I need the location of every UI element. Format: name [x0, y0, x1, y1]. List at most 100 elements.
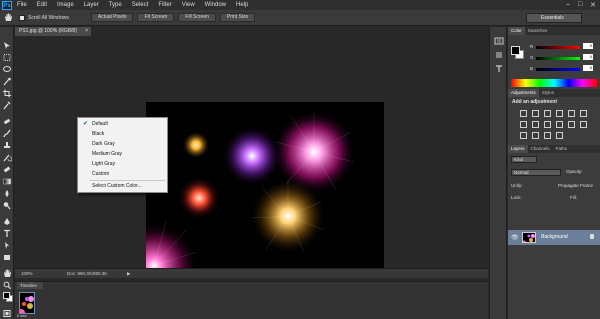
eraser-icon[interactable] [2, 165, 12, 174]
brightness-icon[interactable] [520, 110, 527, 117]
color-balance-icon[interactable] [520, 121, 527, 128]
shape-icon[interactable] [2, 253, 12, 262]
layer-filter-kind-select[interactable]: Kind [511, 156, 537, 163]
pen-icon[interactable] [2, 217, 12, 226]
foreground-color-swatch[interactable] [3, 292, 10, 299]
tab-layers[interactable]: Layers [508, 145, 528, 153]
document-close-icon[interactable]: × [85, 27, 88, 36]
menu-view[interactable]: View [177, 2, 200, 8]
zoom-icon[interactable] [2, 281, 12, 290]
scroll-all-windows-checkbox[interactable] [19, 14, 25, 21]
ctx-item-custom[interactable]: Custom [78, 170, 167, 179]
visibility-eye-icon[interactable]: 👁 [511, 234, 519, 241]
slider-r[interactable]: R 0 [530, 43, 598, 51]
ctx-item-dark-gray[interactable]: Dark Gray [78, 140, 167, 149]
invert-icon[interactable] [580, 121, 587, 128]
hand-icon[interactable] [2, 269, 12, 278]
ctx-item-black[interactable]: Black [78, 130, 167, 139]
menu-window[interactable]: Window [200, 2, 231, 8]
selective-color-icon[interactable] [556, 132, 563, 139]
gradient-map-icon[interactable] [544, 132, 551, 139]
history-brush-icon[interactable] [2, 153, 13, 162]
ctx-item-light-gray[interactable]: Light Gray [78, 160, 167, 169]
color-panel-foreground-swatch[interactable] [511, 46, 520, 55]
photo-filter-icon[interactable] [544, 121, 551, 128]
healing-icon[interactable] [2, 117, 12, 126]
menu-select[interactable]: Select [127, 2, 154, 8]
vibrance-icon[interactable] [568, 110, 575, 117]
menu-filter[interactable]: Filter [153, 2, 176, 8]
tab-paths[interactable]: Paths [553, 145, 571, 153]
close-icon[interactable]: ✕ [590, 1, 596, 9]
move-icon[interactable] [2, 41, 12, 50]
slider-g-track[interactable] [536, 57, 580, 60]
fit-screen-button[interactable]: Fit Screen [137, 13, 175, 22]
levels-icon[interactable] [532, 110, 539, 117]
menu-file[interactable]: File [12, 2, 32, 8]
minimize-icon[interactable]: – [566, 1, 570, 8]
quick-select-icon[interactable] [2, 77, 12, 86]
print-size-button[interactable]: Print Size [219, 13, 256, 22]
properties-icon[interactable] [494, 51, 504, 59]
tab-swatches[interactable]: Swatches [525, 27, 551, 35]
gradient-icon[interactable] [2, 177, 12, 186]
maximize-icon[interactable]: □ [578, 1, 582, 8]
crop-icon[interactable] [2, 89, 12, 98]
menu-edit[interactable]: Edit [32, 2, 52, 8]
posterize-icon[interactable] [520, 132, 527, 139]
blend-mode-select[interactable]: Normal [511, 169, 561, 176]
slider-r-track[interactable] [536, 46, 580, 49]
status-menu-arrow-icon[interactable]: ▶ [127, 269, 130, 278]
hand-tool-preset-icon[interactable] [3, 13, 13, 22]
hue-saturation-icon[interactable] [580, 110, 587, 117]
layer-name[interactable]: Background [541, 234, 568, 240]
black-white-icon[interactable] [532, 121, 539, 128]
character-icon[interactable] [494, 65, 504, 73]
color-lookup-icon[interactable] [568, 121, 575, 128]
slider-g[interactable]: G 0 [530, 54, 598, 62]
exposure-icon[interactable] [556, 110, 563, 117]
timeline-tab[interactable]: Timeline [17, 282, 43, 289]
frame-delay-label[interactable]: 0 sec. [17, 313, 28, 318]
actual-pixels-button[interactable]: Actual Pixels [90, 13, 134, 22]
workspace-select[interactable]: Essentials [526, 13, 582, 23]
eyedropper-icon[interactable] [2, 101, 12, 110]
curves-icon[interactable] [544, 110, 551, 117]
tab-channels[interactable]: Channels [528, 145, 553, 153]
tab-adjustments[interactable]: Adjustments [508, 89, 539, 97]
ctx-item-default[interactable]: ✔ Default [78, 120, 167, 129]
slider-b-track[interactable] [536, 68, 580, 71]
tab-color[interactable]: Color [508, 27, 525, 35]
clone-stamp-icon[interactable] [2, 141, 12, 150]
brush-icon[interactable] [2, 129, 12, 138]
menu-type[interactable]: Type [104, 2, 127, 8]
fill-screen-button[interactable]: Fill Screen [178, 13, 216, 22]
color-spectrum-ramp[interactable] [511, 79, 597, 87]
slider-g-value[interactable]: 0 [583, 54, 593, 60]
layer-row-background[interactable]: 👁 Background [508, 230, 600, 245]
slider-r-value[interactable]: 0 [583, 43, 593, 49]
ctx-item-medium-gray[interactable]: Medium Gray [78, 150, 167, 159]
menu-help[interactable]: Help [231, 2, 253, 8]
blur-icon[interactable] [2, 189, 12, 198]
quick-mask-icon[interactable] [2, 309, 12, 318]
slider-b[interactable]: B 0 [530, 65, 598, 73]
dodge-icon[interactable] [2, 201, 12, 210]
menu-layer[interactable]: Layer [79, 2, 104, 8]
marquee-icon[interactable] [2, 53, 12, 62]
timeline-frame-1[interactable] [19, 292, 35, 314]
path-select-icon[interactable] [2, 241, 12, 250]
threshold-icon[interactable] [532, 132, 539, 139]
propagate-frame-label[interactable]: Propagate Frame [558, 182, 593, 190]
menu-image[interactable]: Image [52, 2, 79, 8]
type-icon[interactable] [2, 229, 12, 238]
history-icon[interactable] [494, 37, 504, 45]
lasso-icon[interactable] [2, 65, 12, 74]
slider-b-value[interactable]: 0 [583, 65, 593, 71]
channel-mixer-icon[interactable] [556, 121, 563, 128]
document-canvas[interactable] [146, 102, 384, 276]
zoom-level[interactable]: 100% [21, 269, 33, 278]
document-tab[interactable]: PS1.jpg @ 100% (RGB/8) × [15, 27, 91, 36]
ctx-item-select-custom-color[interactable]: Select Custom Color... [78, 182, 167, 191]
tab-styles[interactable]: Styles [539, 89, 557, 97]
